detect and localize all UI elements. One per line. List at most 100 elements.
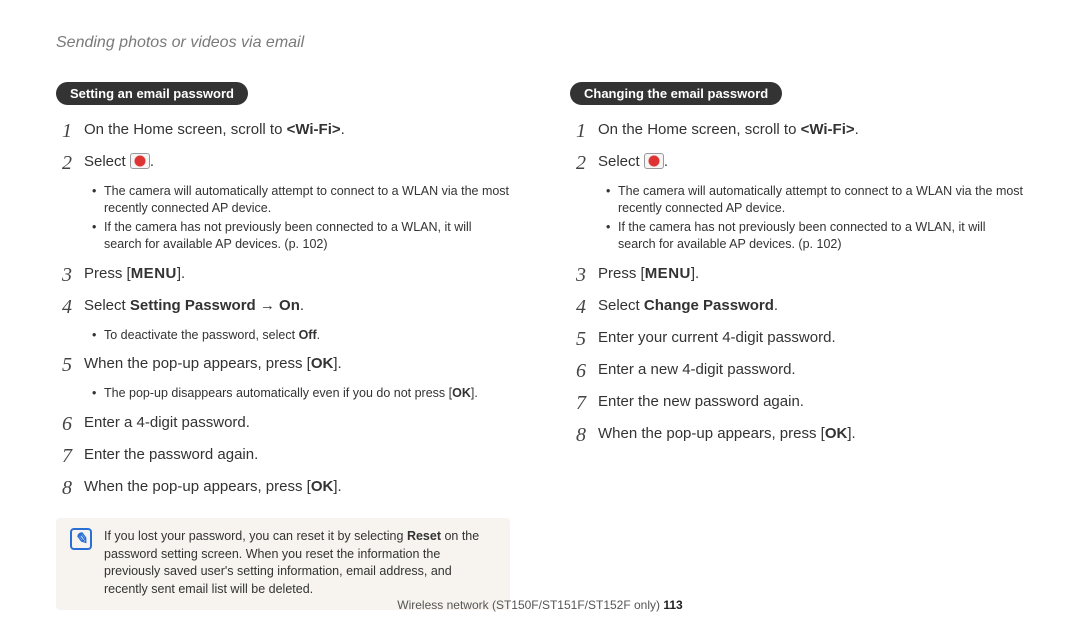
step-text: On the Home screen, scroll to <Wi-Fi>. [598,119,859,140]
left-step-2: 2 Select . [56,151,510,175]
step-number: 2 [570,151,586,175]
step-number: 6 [570,359,586,383]
text: ]. [333,355,341,372]
email-icon [644,153,664,169]
right-step-5: 5 Enter your current 4-digit password. [570,327,1024,351]
step-text: When the pop-up appears, press [OK]. [84,353,342,374]
info-icon: ✎ [70,528,92,550]
text: Select [598,153,644,170]
page-footer: Wireless network (ST150F/ST151F/ST152F o… [0,598,1080,612]
step-number: 8 [570,423,586,447]
step-text: Select Change Password. [598,295,778,316]
step-number: 5 [56,353,72,377]
step-text: On the Home screen, scroll to <Wi-Fi>. [84,119,345,140]
step-text: Enter the password again. [84,444,258,465]
bullet: The camera will automatically attempt to… [92,183,510,217]
step-number: 8 [56,476,72,500]
bullet: The camera will automatically attempt to… [606,183,1024,217]
ok-label: OK [311,355,334,372]
bold: Off [299,328,317,342]
left-step-5: 5 When the pop-up appears, press [OK]. [56,353,510,377]
left-step-7: 7 Enter the password again. [56,444,510,468]
ok-label: OK [311,478,334,495]
ok-label: OK [452,386,471,400]
text: Select [84,297,130,314]
note-text: If you lost your password, you can reset… [104,528,496,598]
step-number: 3 [56,263,72,287]
step-number: 4 [570,295,586,319]
step-number: 3 [570,263,586,287]
step-text: When the pop-up appears, press [OK]. [84,476,342,497]
step-number: 1 [56,119,72,143]
step-text: Enter the new password again. [598,391,804,412]
step-number: 5 [570,327,586,351]
bullet: To deactivate the password, select Off. [92,327,510,344]
bold: <Wi-Fi> [801,121,855,138]
left-step-6: 6 Enter a 4-digit password. [56,412,510,436]
step-number: 6 [56,412,72,436]
note-box: ✎ If you lost your password, you can res… [56,518,510,610]
text: When the pop-up appears, press [ [84,478,311,495]
page-number: 113 [663,598,682,612]
step-text: Enter your current 4-digit password. [598,327,836,348]
text: . [664,153,668,170]
step-number: 7 [56,444,72,468]
step-text: Press [MENU]. [598,263,699,284]
step-text: When the pop-up appears, press [OK]. [598,423,856,444]
right-step-2-sub: The camera will automatically attempt to… [606,183,1024,253]
step-text: Enter a 4-digit password. [84,412,250,433]
right-step-2: 2 Select . [570,151,1024,175]
text: . [300,297,304,314]
text: On the Home screen, scroll to [598,121,801,138]
text: . [341,121,345,138]
page-header: Sending photos or videos via email [56,34,1024,52]
menu-label: MENU [645,265,691,282]
left-step-3: 3 Press [MENU]. [56,263,510,287]
text: Select [598,297,644,314]
text: . [855,121,859,138]
bullet: If the camera has not previously been co… [606,219,1024,253]
step-number: 4 [56,295,72,319]
text: ]. [333,478,341,495]
text: Select [84,153,130,170]
text: Press [ [84,265,131,282]
step-text: Select . [84,151,154,172]
step-text: Enter a new 4-digit password. [598,359,796,380]
text: . [774,297,778,314]
footer-text: Wireless network (ST150F/ST151F/ST152F o… [397,598,663,612]
text: . [317,328,320,342]
text: On the Home screen, scroll to [84,121,287,138]
left-step-2-sub: The camera will automatically attempt to… [92,183,510,253]
right-column: Changing the email password 1 On the Hom… [570,82,1024,610]
left-step-1: 1 On the Home screen, scroll to <Wi-Fi>. [56,119,510,143]
step-number: 1 [570,119,586,143]
right-step-6: 6 Enter a new 4-digit password. [570,359,1024,383]
left-step-4-sub: To deactivate the password, select Off. [92,327,510,344]
left-step-8: 8 When the pop-up appears, press [OK]. [56,476,510,500]
left-step-4: 4 Select Setting Password → On. [56,295,510,319]
left-section-pill: Setting an email password [56,82,248,105]
step-number: 7 [570,391,586,415]
text: The pop-up disappears automatically even… [104,386,452,400]
email-icon [130,153,150,169]
columns: Setting an email password 1 On the Home … [56,82,1024,610]
bullet: The pop-up disappears automatically even… [92,385,510,402]
text: When the pop-up appears, press [ [598,425,825,442]
bold: Reset [407,529,441,543]
bold: Change Password [644,297,774,314]
ok-label: OK [825,425,848,442]
text: ]. [177,265,185,282]
text: ]. [471,386,478,400]
bold: Setting Password → On [130,297,300,314]
step-text: Select Setting Password → On. [84,295,304,316]
right-step-7: 7 Enter the new password again. [570,391,1024,415]
right-step-1: 1 On the Home screen, scroll to <Wi-Fi>. [570,119,1024,143]
text: Press [ [598,265,645,282]
step-number: 2 [56,151,72,175]
bold: <Wi-Fi> [287,121,341,138]
text: When the pop-up appears, press [ [84,355,311,372]
right-step-8: 8 When the pop-up appears, press [OK]. [570,423,1024,447]
left-step-5-sub: The pop-up disappears automatically even… [92,385,510,402]
text: If you lost your password, you can reset… [104,529,407,543]
right-step-4: 4 Select Change Password. [570,295,1024,319]
